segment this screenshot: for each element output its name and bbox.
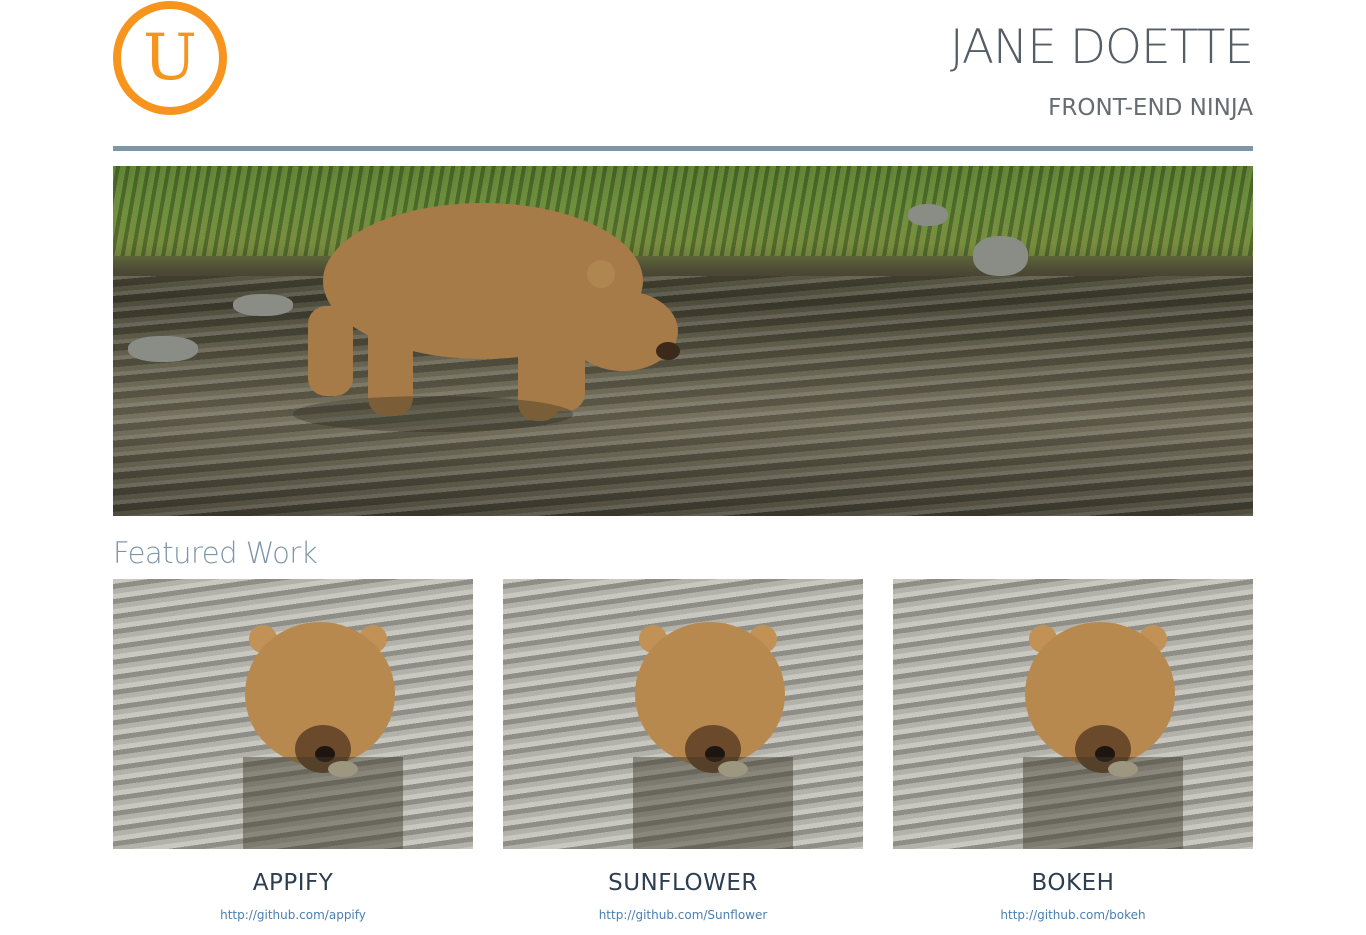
site-name: JANE DOETTE	[949, 20, 1254, 75]
page-container: U JANE DOETTE FRONT-END NINJA Featured W…	[113, 0, 1254, 935]
work-thumbnail[interactable]	[503, 579, 863, 849]
work-card-sunflower: SUNFLOWER http://github.com/Sunflower	[503, 579, 863, 935]
work-card-appify: APPIFY http://github.com/appify	[113, 579, 473, 935]
work-title: BOKEH	[1031, 870, 1115, 896]
logo[interactable]: U	[113, 1, 227, 115]
work-title: SUNFLOWER	[608, 870, 758, 896]
work-thumbnail[interactable]	[113, 579, 473, 849]
work-link[interactable]: http://github.com/bokeh	[893, 907, 1253, 923]
header-divider	[113, 146, 1253, 151]
site-tagline: FRONT-END NINJA	[1048, 95, 1253, 121]
featured-work-title: Featured Work	[113, 536, 318, 570]
hero-image	[113, 166, 1253, 516]
work-title: APPIFY	[252, 870, 334, 896]
bear-thumbnail-illustration	[1023, 622, 1183, 849]
work-link[interactable]: http://github.com/appify	[113, 907, 473, 923]
bear-thumbnail-illustration	[633, 622, 793, 849]
work-link[interactable]: http://github.com/Sunflower	[503, 907, 863, 923]
bear-thumbnail-illustration	[243, 622, 403, 849]
work-thumbnail[interactable]	[893, 579, 1253, 849]
logo-letter: U	[143, 21, 197, 95]
bear-illustration	[293, 203, 680, 432]
featured-work-grid: APPIFY http://github.com/appify SUNFLOWE…	[113, 579, 1253, 935]
work-card-bokeh: BOKEH http://github.com/bokeh	[893, 579, 1253, 935]
